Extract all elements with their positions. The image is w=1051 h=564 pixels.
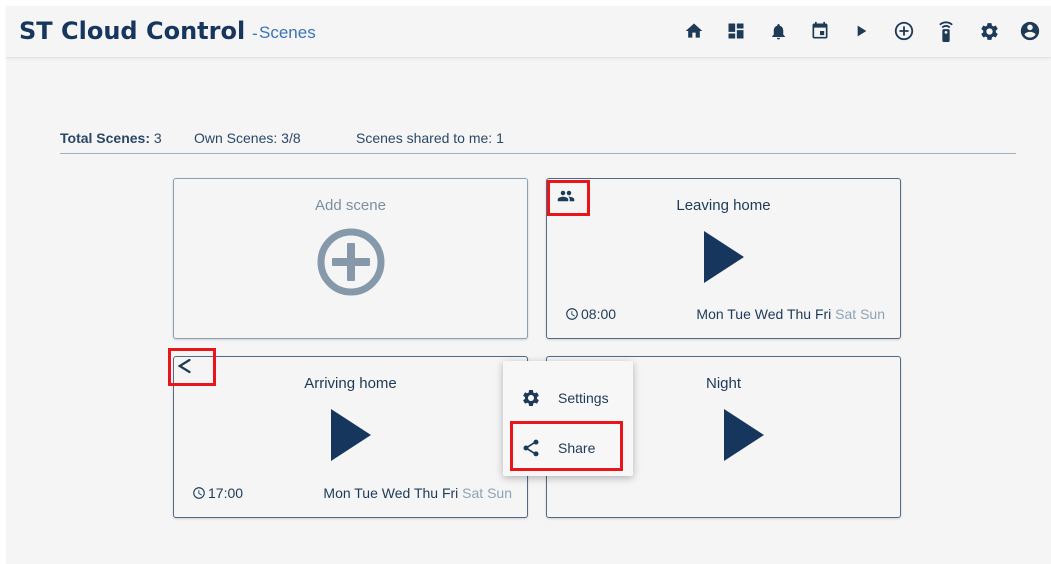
calendar-icon[interactable] (808, 19, 832, 43)
account-icon[interactable] (1018, 19, 1042, 43)
menu-item-settings[interactable]: Settings (503, 377, 633, 419)
scene-card-arriving-home[interactable]: Arriving home 17:00 Mon Tue Wed Thu Fri … (173, 356, 528, 518)
top-bar: ST Cloud Control - Scenes (6, 6, 1051, 58)
app-window: ST Cloud Control - Scenes Total Scenes: … (6, 6, 1051, 564)
total-scenes: Total Scenes: 3 (60, 130, 162, 146)
scene-time: 08:00 (565, 306, 616, 322)
gear-icon[interactable] (977, 19, 1001, 43)
highlight-box (510, 421, 623, 471)
clock-icon (193, 487, 205, 499)
play-icon[interactable] (849, 19, 873, 43)
scene-title: Arriving home (304, 375, 397, 392)
page-title: Scenes (259, 23, 316, 42)
scene-time: 17:00 (192, 485, 243, 501)
play-scene-icon[interactable] (703, 231, 744, 283)
scene-days: Mon Tue Wed Thu Fri Sat Sun (696, 306, 885, 322)
share-icon[interactable] (176, 357, 194, 375)
dashboard-icon[interactable] (724, 19, 748, 43)
scene-card-leaving-home[interactable]: Leaving home 08:00 Mon Tue Wed Thu Fri S… (546, 178, 901, 339)
shared-scenes: Scenes shared to me: 1 (356, 130, 504, 146)
own-scenes: Own Scenes: 3/8 (194, 130, 301, 146)
scene-days: Mon Tue Wed Thu Fri Sat Sun (323, 485, 512, 501)
scene-stats: Total Scenes: 3 Own Scenes: 3/8 Scenes s… (60, 130, 1016, 154)
gear-icon (519, 386, 543, 410)
add-scene-label: Add scene (315, 197, 386, 214)
scene-title: Leaving home (676, 197, 771, 214)
app-title: ST Cloud Control (19, 17, 246, 45)
settings-label: Settings (558, 390, 609, 406)
remote-icon[interactable] (934, 19, 958, 43)
home-icon[interactable] (682, 19, 706, 43)
play-scene-icon[interactable] (723, 409, 764, 461)
title-separator: - (252, 24, 258, 43)
add-circle-icon[interactable] (892, 19, 916, 43)
add-circle-icon (317, 228, 384, 296)
add-scene-card[interactable]: Add scene (173, 178, 528, 339)
play-scene-icon[interactable] (330, 409, 371, 461)
clock-icon (566, 308, 578, 320)
bell-icon[interactable] (766, 19, 790, 43)
people-icon[interactable] (555, 187, 577, 205)
